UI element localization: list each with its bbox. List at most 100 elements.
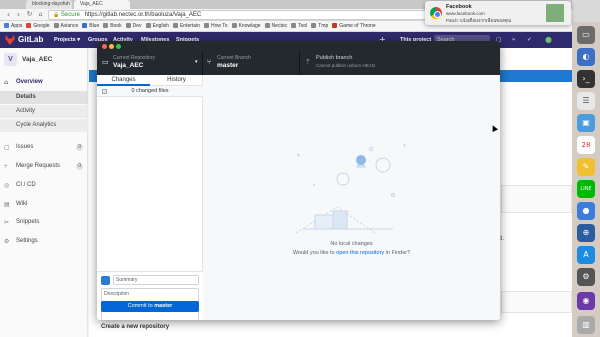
bookmark-item[interactable]: Google — [26, 21, 50, 32]
terminal-icon[interactable]: ›_ — [577, 70, 595, 88]
commit-branch: master — [154, 303, 173, 309]
browser-tab-active[interactable]: Vaja_AEC — [74, 0, 130, 9]
select-all-checkbox[interactable]: ✓ — [102, 89, 107, 94]
bookmark-item[interactable]: Blue — [82, 21, 99, 32]
sidebar-item-label: Settings — [16, 238, 38, 244]
bookmark-item[interactable]: Book — [103, 21, 122, 32]
sidebar-item-settings[interactable]: ⚙ Settings — [0, 235, 88, 248]
user-avatar[interactable]: ● — [545, 32, 552, 48]
bookmark-item[interactable]: Game of Throne — [332, 21, 376, 32]
sidebar-item-ci-cd[interactable]: ◎ CI / CD — [0, 179, 88, 192]
url-text: https://gitlab.nectec.or.th/baoluza/Vaja… — [84, 12, 202, 18]
bookmark-item[interactable]: Tmp — [311, 21, 328, 32]
notes-icon[interactable]: ✎ — [577, 158, 595, 176]
forward-icon[interactable]: › — [14, 10, 23, 19]
upload-icon: ⇡ — [305, 58, 311, 66]
gitlab-sidebar: V Vaja_AEC ⌂ Overview Details Activity Cycle… — [0, 48, 88, 337]
tab-history[interactable]: History — [150, 75, 203, 86]
publish-branch-button[interactable]: ⇡ Publish branch Cannot publish unborn H… — [300, 51, 410, 75]
browser-tab[interactable]: blocking-dayofuh — [26, 0, 72, 9]
home-icon[interactable]: ⌂ — [36, 10, 45, 19]
reload-icon[interactable]: ↻ — [25, 10, 34, 19]
todo-icon[interactable]: ✓ — [527, 32, 532, 48]
branch-selector[interactable]: ⑂ Current Branch master — [203, 51, 300, 75]
contacts-icon[interactable]: ☰ — [577, 92, 595, 110]
close-window-icon[interactable] — [102, 44, 107, 49]
sidebar-item-issues[interactable]: ▢ Issues 0 — [0, 141, 88, 154]
bookmark-favicon-icon — [332, 23, 338, 29]
notification-image — [546, 4, 564, 22]
preview-icon[interactable]: ▣ — [577, 114, 595, 132]
bookmark-item[interactable]: Apps — [4, 21, 22, 32]
photos-icon[interactable]: ◐ — [577, 48, 595, 66]
snippet-icon: ✂ — [4, 219, 10, 226]
panel-box — [501, 185, 572, 213]
safari-icon[interactable]: ⊕ — [577, 224, 595, 242]
bookmark-item[interactable]: Knowlage — [231, 21, 261, 32]
sidebar-item-label: Activity — [16, 108, 36, 114]
bookmark-item[interactable]: English — [145, 21, 169, 32]
secure-label: Secure — [60, 12, 80, 18]
facetime-icon[interactable]: ● — [577, 202, 595, 220]
panel-tabs: Changes History — [97, 75, 203, 86]
notification-toast[interactable]: Facebook www.facebook.com Patch: แจ้งเตื… — [425, 1, 571, 25]
back-icon[interactable]: ‹ — [4, 10, 13, 19]
finder-icon[interactable]: ▭ — [577, 26, 595, 44]
sidebar-item-label: Overview — [16, 79, 43, 85]
chevron-down-icon: ▾ — [195, 59, 198, 65]
nav-projects[interactable]: Projects ▾ — [54, 32, 80, 48]
bookmark-item[interactable]: Tool — [291, 21, 307, 32]
sidebar-item-activity[interactable]: Activity — [0, 105, 88, 118]
bookmark-favicon-icon — [264, 23, 270, 29]
bookmark-favicon-icon — [203, 23, 209, 29]
window-titlebar — [97, 41, 500, 51]
minimize-window-icon[interactable] — [109, 44, 114, 49]
merge-nav-icon[interactable]: ⑂ — [512, 32, 515, 48]
tab-changes[interactable]: Changes — [97, 75, 150, 86]
calendar-icon[interactable]: 28 — [577, 136, 595, 154]
chrome-icon — [430, 7, 442, 19]
gitlab-title[interactable]: GitLab — [18, 32, 43, 48]
sidebar-item-snippets[interactable]: ✂ Snippets — [0, 216, 88, 229]
count-badge: 0 — [76, 163, 83, 170]
project-avatar: V — [4, 53, 17, 66]
gitlab-logo-icon[interactable] — [5, 35, 15, 45]
github-icon[interactable]: ◉ — [577, 292, 595, 310]
sidebar-item-cycle-analytics[interactable]: Cycle Analytics — [0, 119, 88, 132]
trash-icon[interactable]: ▥ — [577, 316, 595, 334]
notification-message: Patch: แจ้งเตือนจากเพื่อนของคุณ — [446, 18, 512, 23]
no-changes-view: No local changes Would you like to open … — [203, 75, 500, 320]
line-icon[interactable]: LINE — [577, 180, 595, 198]
sidebar-item-label: Snippets — [16, 219, 40, 225]
zoom-window-icon[interactable] — [116, 44, 121, 49]
desktop-toolbar: ▭ Current Repository Vaja_AEC ▾ ⑂ Curren… — [97, 51, 500, 75]
bookmark-item[interactable]: Entertain — [172, 21, 200, 32]
appstore-icon[interactable]: A — [577, 246, 595, 264]
github-desktop-window: ▭ Current Repository Vaja_AEC ▾ ⑂ Curren… — [97, 41, 500, 320]
summary-input[interactable]: Summary — [113, 275, 199, 285]
home-icon: ⌂ — [4, 79, 9, 86]
sidebar-item-details[interactable]: Details — [0, 91, 88, 104]
sidebar-item-overview[interactable]: ⌂ Overview — [0, 76, 88, 89]
settings-icon[interactable]: ⚙ — [577, 268, 595, 286]
sidebar-item-label: Cycle Analytics — [16, 122, 57, 128]
open-repository-link[interactable]: open this repository — [336, 250, 384, 256]
gear-icon: ⚙ — [4, 238, 10, 245]
commit-button[interactable]: Commit to master — [101, 301, 199, 312]
sidebar-item-merge-requests[interactable]: ⑂ Merge Requests 0 — [0, 160, 88, 173]
bookmark-favicon-icon — [103, 23, 109, 29]
repo-label: Current Repository — [113, 55, 155, 61]
dock: ▭ ◐ ›_ ☰ ▣ 28 ✎ LINE ● ⊕ A ⚙ ◉ ▥ — [572, 22, 600, 337]
project-header[interactable]: V Vaja_AEC — [4, 53, 84, 67]
bookmark-item[interactable]: Aviance — [53, 21, 78, 32]
sidebar-item-wiki[interactable]: ▤ Wiki — [0, 198, 88, 211]
bookmark-favicon-icon — [125, 23, 131, 29]
commit-form: Summary Description — [97, 271, 203, 320]
publish-label: Publish branch — [316, 55, 353, 61]
bookmark-item[interactable]: Dev — [125, 21, 142, 32]
empty-state-illustration — [295, 143, 406, 233]
bookmark-item[interactable]: Nectec — [264, 21, 287, 32]
repository-selector[interactable]: ▭ Current Repository Vaja_AEC ▾ — [97, 51, 203, 75]
bookmark-item[interactable]: How To — [203, 21, 228, 32]
panel-box — [501, 291, 572, 313]
